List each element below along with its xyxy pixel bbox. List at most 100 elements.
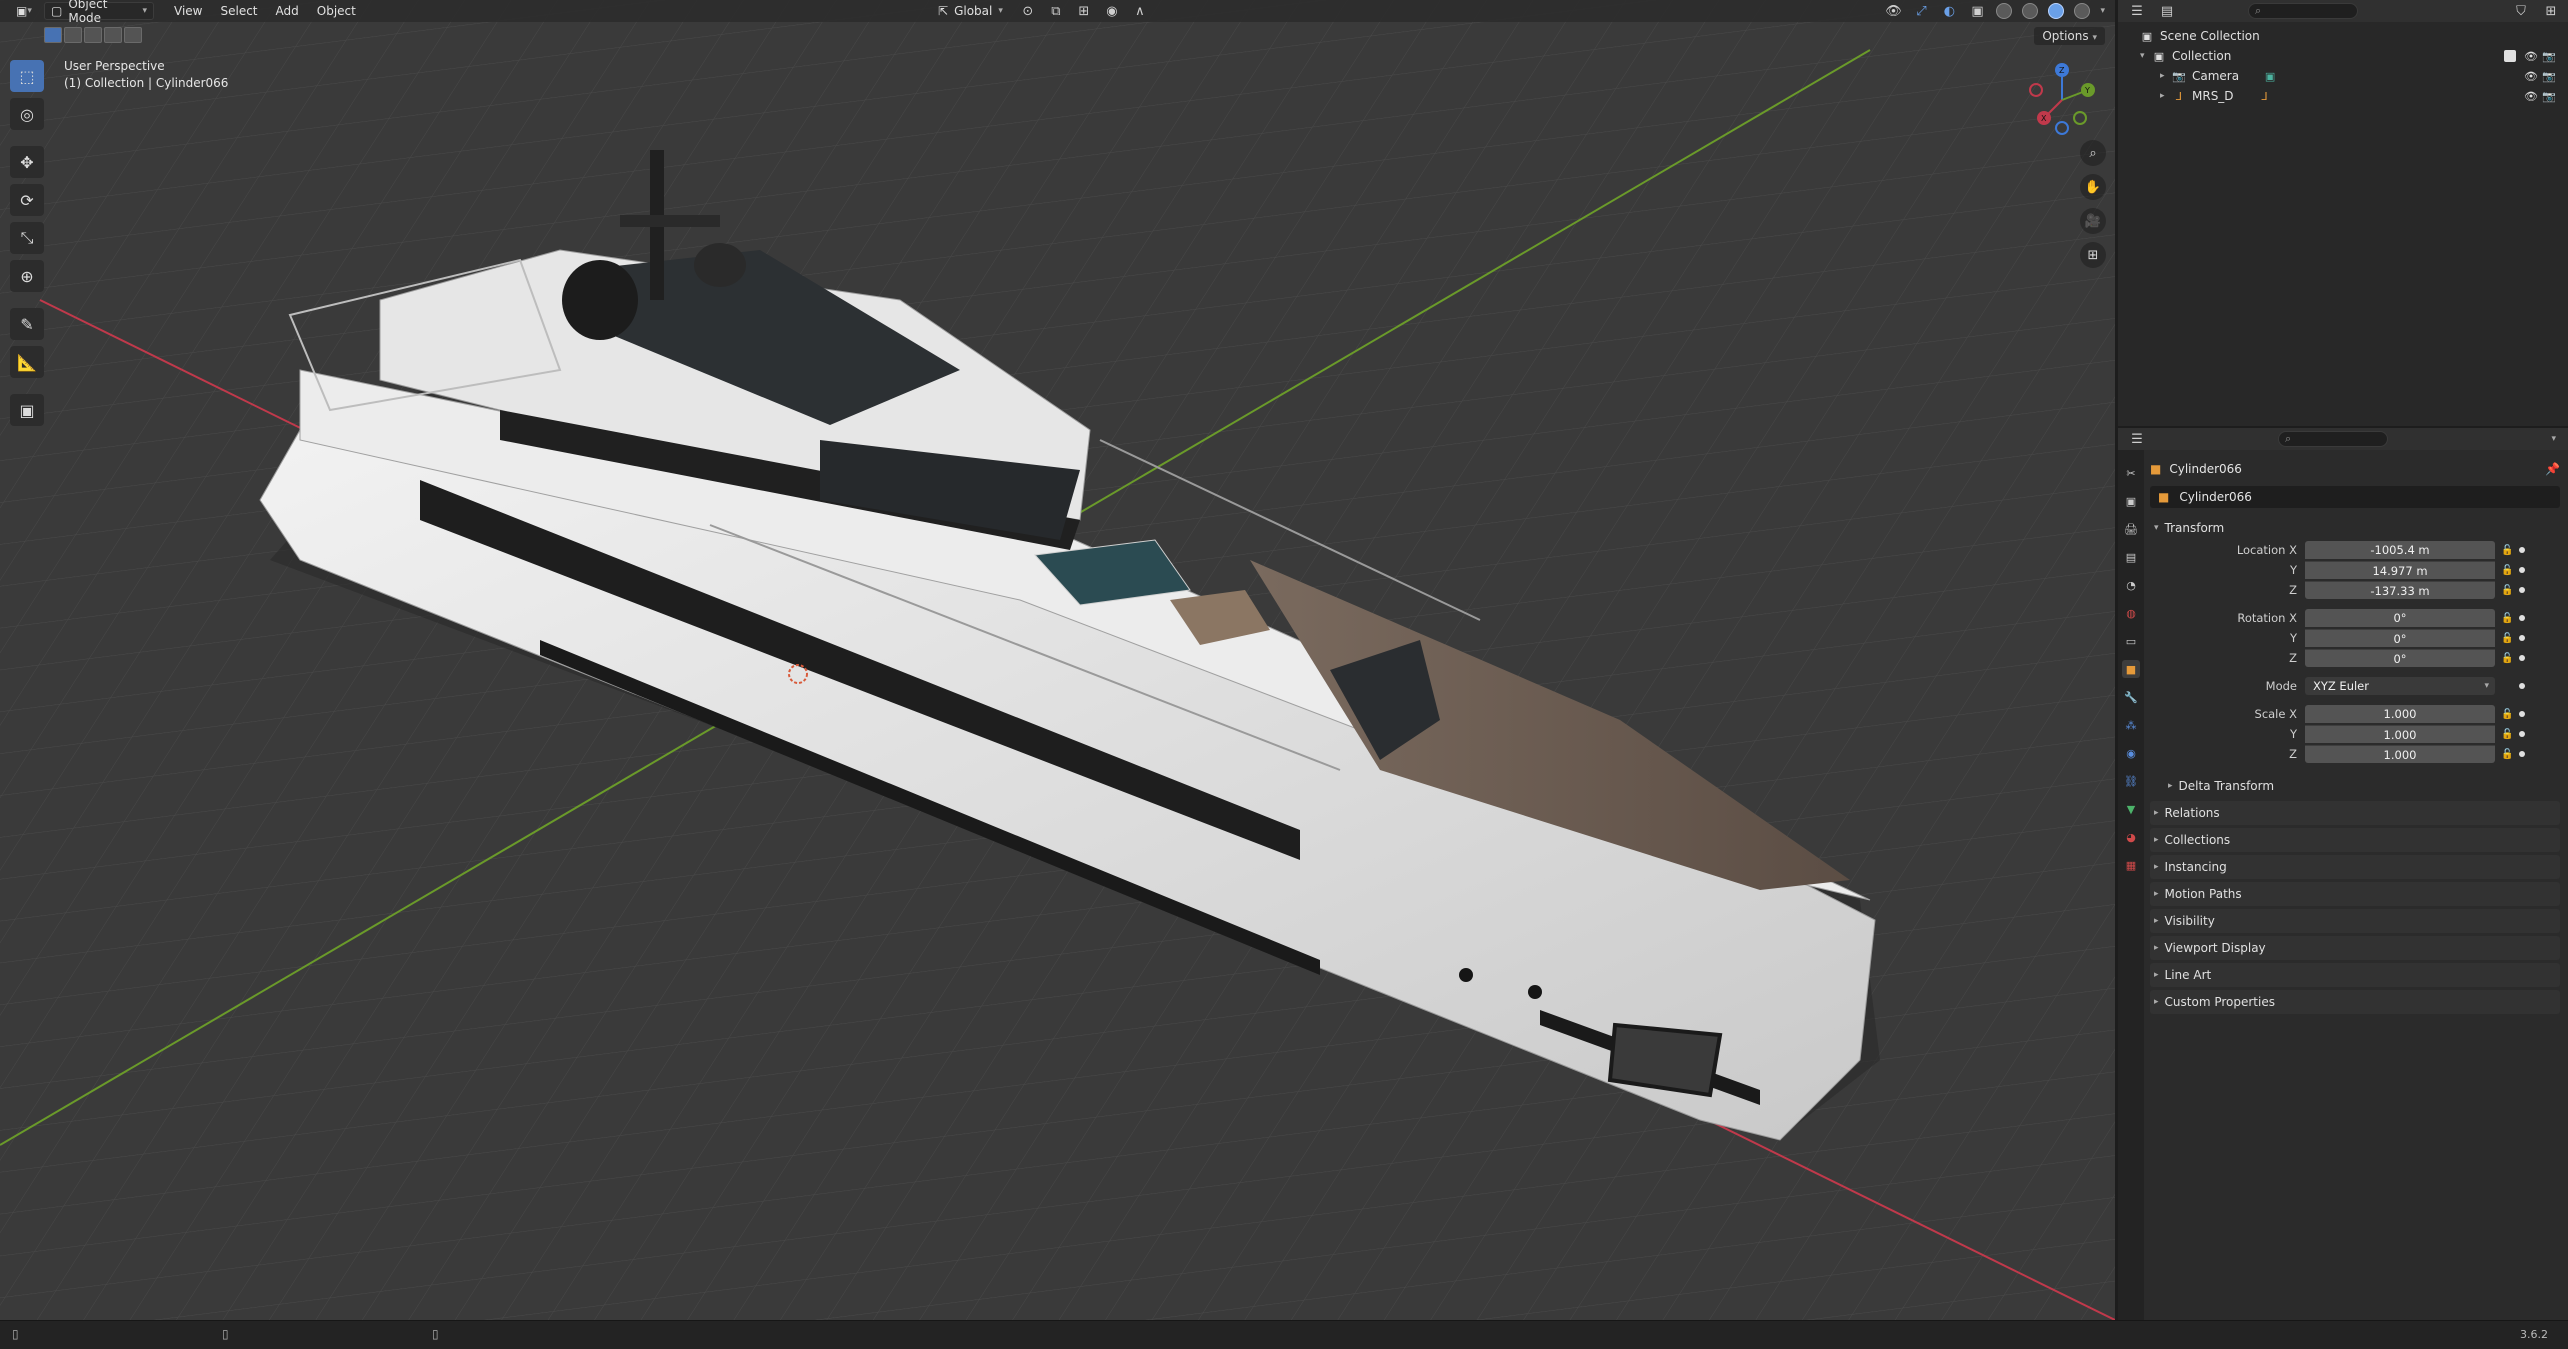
scale-y-field[interactable]: 1.000 (2305, 725, 2495, 743)
output-tab-icon[interactable]: 🖨 (2122, 520, 2140, 538)
transform-icon[interactable]: ⊕ (10, 260, 44, 292)
chevron-down-icon[interactable]: ▾ (2100, 6, 2105, 16)
lock-icon[interactable]: 🔓 (2501, 749, 2515, 760)
lock-icon[interactable]: 🔓 (2501, 585, 2515, 596)
lock-icon[interactable]: 🔓 (2501, 633, 2515, 644)
data-tab-icon[interactable]: ▼ (2122, 800, 2140, 818)
rotation-x-field[interactable]: 0° (2305, 609, 2495, 627)
editor-type-button[interactable]: ▣ ▾ (10, 2, 38, 20)
scale-x-field[interactable]: 1.000 (2305, 705, 2495, 723)
snap-target-icon[interactable]: ⊞ (1075, 2, 1093, 20)
overlays-icon[interactable]: ◐ (1940, 2, 1958, 20)
world-tab-icon[interactable]: ◍ (2122, 604, 2140, 622)
location-y-field[interactable]: 14.977 m (2305, 561, 2495, 579)
modifier-tab-icon[interactable]: 🔧 (2122, 688, 2140, 706)
panel-visibility[interactable]: ▸ Visibility (2150, 909, 2560, 933)
tool-tab-icon[interactable]: ✂ (2122, 464, 2140, 482)
keyframe-dot-icon[interactable] (2519, 567, 2525, 573)
display-mode-icon[interactable]: ▤ (2158, 2, 2176, 20)
xray-icon[interactable]: ▣ (1968, 2, 1986, 20)
scale-icon[interactable]: ⤡ (10, 222, 44, 254)
particles-tab-icon[interactable]: ⁂ (2122, 716, 2140, 734)
outliner-item-mrs-d[interactable]: ▸ ⅃ MRS_D ⅃ 👁 📷 (2118, 86, 2568, 106)
orientation-select[interactable]: ⇱ Global ▾ (932, 2, 1009, 20)
viewport-scene[interactable] (0, 0, 2115, 1320)
menu-select[interactable]: Select (214, 2, 263, 20)
lock-icon[interactable]: 🔓 (2501, 653, 2515, 664)
select-invert-icon[interactable] (104, 27, 122, 43)
new-collection-icon[interactable]: ⊞ (2542, 2, 2560, 20)
object-tab-icon[interactable]: ■ (2122, 660, 2140, 678)
scale-z-field[interactable]: 1.000 (2305, 745, 2495, 763)
panel-line-art[interactable]: ▸ Line Art (2150, 963, 2560, 987)
keyframe-dot-icon[interactable] (2519, 731, 2525, 737)
pan-hand-icon[interactable]: ✋ (2080, 174, 2106, 200)
keyframe-dot-icon[interactable] (2519, 655, 2525, 661)
panel-custom-properties[interactable]: ▸ Custom Properties (2150, 990, 2560, 1014)
scene-collection-row[interactable]: ▣ Scene Collection (2118, 26, 2568, 46)
eye-icon[interactable]: 👁 (2524, 90, 2538, 103)
visibility-icon[interactable]: 👁 (1884, 2, 1902, 20)
render-camera-icon[interactable]: 📷 (2542, 90, 2556, 103)
panel-motion-paths[interactable]: ▸ Motion Paths (2150, 882, 2560, 906)
location-x-field[interactable]: -1005.4 m (2305, 541, 2495, 559)
filter-icon[interactable]: ⛉ (2512, 2, 2530, 20)
panel-viewport-display[interactable]: ▸ Viewport Display (2150, 936, 2560, 960)
select-extend-icon[interactable] (64, 27, 82, 43)
gizmo-toggle-icon[interactable]: ⤢ (1912, 2, 1930, 20)
outliner-item-camera[interactable]: ▸ 📷 Camera ▣ 👁 📷 (2118, 66, 2568, 86)
rotation-z-field[interactable]: 0° (2305, 649, 2495, 667)
camera-view-icon[interactable]: 🎥 (2080, 208, 2106, 234)
keyframe-dot-icon[interactable] (2519, 751, 2525, 757)
falloff-icon[interactable]: ∧ (1131, 2, 1149, 20)
properties-editor-icon[interactable]: ☰ (2128, 430, 2146, 448)
scene-tab-icon[interactable]: ◔ (2122, 576, 2140, 594)
delta-transform-header[interactable]: ▸ Delta Transform (2150, 774, 2560, 798)
cursor-icon[interactable]: ◎ (10, 98, 44, 130)
wireframe-shading-icon[interactable] (1996, 3, 2013, 19)
select-subtract-icon[interactable] (84, 27, 102, 43)
options-button[interactable]: Options ▾ (2034, 27, 2105, 45)
view-layer-tab-icon[interactable]: ▤ (2122, 548, 2140, 566)
chevron-down-icon[interactable]: ▾ (2551, 434, 2556, 444)
panel-instancing[interactable]: ▸ Instancing (2150, 855, 2560, 879)
pivot-icon[interactable]: ⊙ (1019, 2, 1037, 20)
pin-icon[interactable]: 📌 (2545, 462, 2560, 476)
collection-row[interactable]: ▾ ▣ Collection 👁 📷 (2118, 46, 2568, 66)
menu-view[interactable]: View (168, 2, 208, 20)
render-tab-icon[interactable]: ▣ (2122, 492, 2140, 510)
object-name-field[interactable]: ■ Cylinder066 (2150, 486, 2560, 508)
zoom-icon[interactable]: ⌕ (2080, 140, 2106, 166)
lock-icon[interactable]: 🔓 (2501, 709, 2515, 720)
eye-icon[interactable]: 👁 (2524, 50, 2538, 63)
rotate-icon[interactable]: ⟳ (10, 184, 44, 216)
add-cube-icon[interactable]: ▣ (10, 394, 44, 426)
move-icon[interactable]: ✥ (10, 146, 44, 178)
rotation-mode-select[interactable]: XYZ Euler ▾ (2305, 677, 2495, 695)
outliner-editor-icon[interactable]: ☰ (2128, 2, 2146, 20)
menu-object[interactable]: Object (311, 2, 362, 20)
rotation-y-field[interactable]: 0° (2305, 629, 2495, 647)
select-intersect-icon[interactable] (124, 27, 142, 43)
material-shading-icon[interactable] (2048, 3, 2065, 19)
panel-relations[interactable]: ▸ Relations (2150, 801, 2560, 825)
expand-triangle-icon[interactable]: ▸ (2160, 71, 2172, 81)
expand-triangle-icon[interactable]: ▸ (2160, 91, 2172, 101)
constraints-tab-icon[interactable]: ⛓ (2122, 772, 2140, 790)
object-mode-select[interactable]: ▢ Object Mode ▾ (44, 0, 154, 25)
transform-panel-header[interactable]: ▾ Transform (2150, 516, 2560, 540)
expand-triangle-icon[interactable]: ▾ (2140, 51, 2152, 61)
outliner-search-input[interactable]: ⌕ (2248, 3, 2358, 19)
material-tab-icon[interactable]: ◕ (2122, 828, 2140, 846)
rendered-shading-icon[interactable] (2074, 3, 2091, 19)
keyframe-dot-icon[interactable] (2519, 547, 2525, 553)
select-new-icon[interactable] (44, 27, 62, 43)
lock-icon[interactable]: 🔓 (2501, 613, 2515, 624)
snap-icon[interactable]: ⧉ (1047, 2, 1065, 20)
lock-icon[interactable]: 🔓 (2501, 545, 2515, 556)
properties-search-input[interactable]: ⌕ (2278, 431, 2388, 447)
keyframe-dot-icon[interactable] (2519, 683, 2525, 689)
ortho-grid-icon[interactable]: ⊞ (2080, 242, 2106, 268)
physics-tab-icon[interactable]: ◉ (2122, 744, 2140, 762)
annotate-icon[interactable]: ✎ (10, 308, 44, 340)
